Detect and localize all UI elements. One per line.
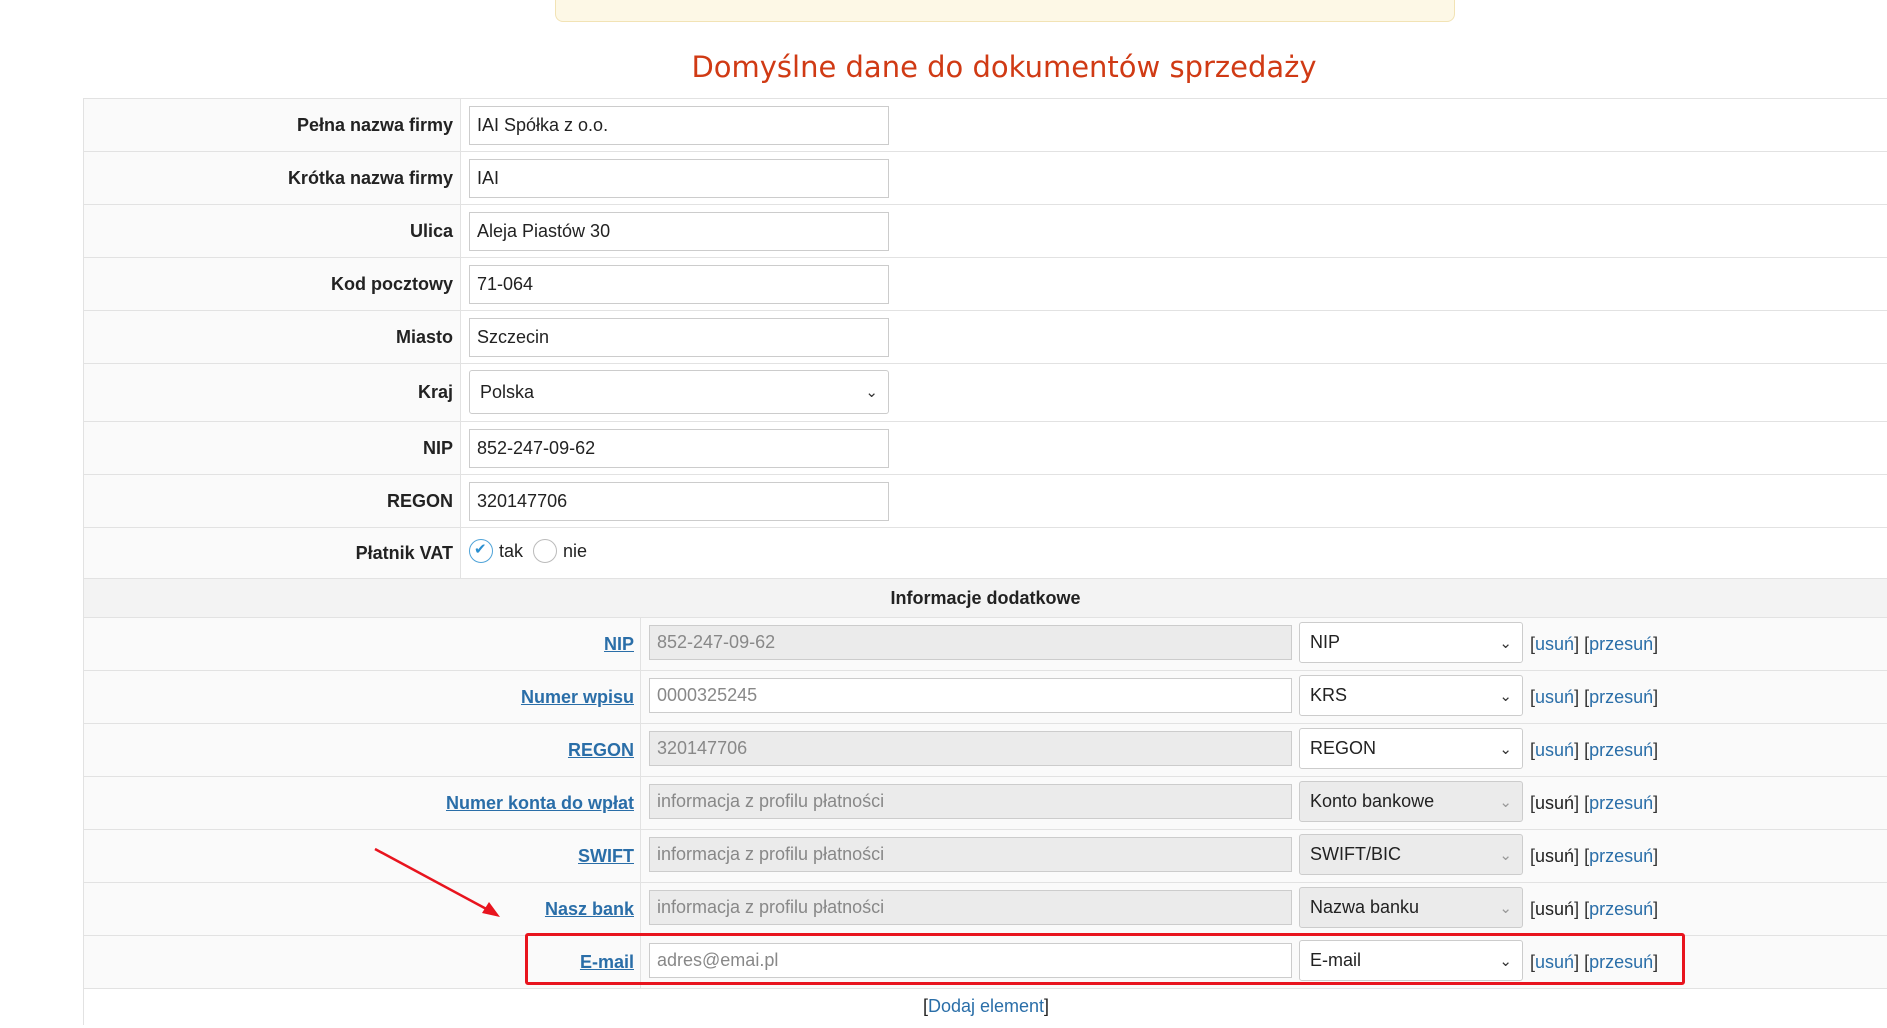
extra-type-select[interactable]: NIP ⌄	[1299, 622, 1523, 663]
extra-label-link[interactable]: Nasz bank	[545, 899, 634, 920]
move-link[interactable]: przesuń	[1589, 740, 1653, 761]
page-title: Domyślne dane do dokumentów sprzedaży	[691, 50, 1317, 84]
highlight-box	[525, 933, 1685, 985]
move-link[interactable]: przesuń	[1589, 846, 1653, 867]
extra-type-value: NIP	[1310, 632, 1341, 652]
extra-label-link[interactable]: SWIFT	[578, 846, 634, 867]
section-header: Informacje dodatkowe	[83, 579, 1887, 618]
extra-row-regon: REGON 320147706 REGON ⌄ [usuń] [przesuń]	[83, 724, 1887, 777]
extra-type-value: KRS	[1310, 685, 1348, 705]
field-label: Ulica	[83, 205, 461, 257]
postal-code-input[interactable]	[469, 265, 889, 304]
field-label: Miasto	[83, 311, 461, 363]
vat-no-label: nie	[563, 540, 588, 561]
extra-actions: [usuń] [przesuń]	[1530, 898, 1659, 920]
extra-row-swift: SWIFT informacja z profilu płatności SWI…	[83, 830, 1887, 883]
field-label: Płatnik VAT	[83, 528, 461, 578]
chevron-down-icon: ⌄	[1499, 899, 1512, 917]
field-label: NIP	[83, 422, 461, 474]
extra-row-bank-account: Numer konta do wpłat informacja z profil…	[83, 777, 1887, 830]
extra-type-value: SWIFT/BIC	[1310, 844, 1401, 864]
chevron-down-icon: ⌄	[1499, 793, 1512, 811]
chevron-down-icon: ⌄	[1499, 846, 1512, 864]
field-row-vat: Płatnik VAT tak nie	[83, 528, 1887, 579]
extra-actions: [usuń] [przesuń]	[1530, 739, 1659, 761]
company-form: Pełna nazwa firmy Krótka nazwa firmy Uli…	[83, 98, 1887, 989]
extra-type-select[interactable]: REGON ⌄	[1299, 728, 1523, 769]
remove-text: usuń	[1535, 792, 1575, 813]
extra-type-value: Nazwa banku	[1310, 897, 1420, 917]
street-input[interactable]	[469, 212, 889, 251]
extra-type-select: Nazwa banku ⌄	[1299, 887, 1523, 928]
extra-type-select: Konto bankowe ⌄	[1299, 781, 1523, 822]
extra-row-bank-name: Nasz bank informacja z profilu płatności…	[83, 883, 1887, 936]
move-link[interactable]: przesuń	[1589, 634, 1653, 655]
field-label: Kod pocztowy	[83, 258, 461, 310]
field-row-country: Kraj Polska ⌄	[83, 364, 1887, 422]
remove-link[interactable]: usuń	[1535, 634, 1574, 655]
extra-label-link[interactable]: Numer konta do wpłat	[446, 793, 634, 814]
chevron-down-icon: ⌄	[1499, 740, 1512, 758]
remove-text: usuń	[1535, 898, 1575, 919]
add-element-link[interactable]: Dodaj element	[928, 996, 1044, 1017]
chevron-down-icon: ⌄	[1499, 634, 1512, 652]
chevron-down-icon: ⌄	[865, 384, 878, 401]
move-link[interactable]: przesuń	[1589, 687, 1653, 708]
extra-label-link[interactable]: REGON	[568, 740, 634, 761]
extra-type-select: SWIFT/BIC ⌄	[1299, 834, 1523, 875]
extra-actions: [usuń] [przesuń]	[1530, 633, 1659, 655]
notice-banner	[555, 0, 1455, 22]
vat-yes-radio[interactable]	[469, 539, 493, 563]
field-label: Krótka nazwa firmy	[83, 152, 461, 204]
extra-type-select[interactable]: KRS ⌄	[1299, 675, 1523, 716]
extra-type-value: REGON	[1310, 738, 1377, 758]
extra-label-link[interactable]: NIP	[604, 634, 634, 655]
field-row-full-name: Pełna nazwa firmy	[83, 99, 1887, 152]
remove-text: usuń	[1535, 845, 1575, 866]
extra-row-krs: Numer wpisu 0000325245 KRS ⌄ [usuń] [prze…	[83, 671, 1887, 724]
full-name-input[interactable]	[469, 106, 889, 145]
extra-value-field: informacja z profilu płatności	[649, 784, 1292, 819]
field-row-regon: REGON	[83, 475, 1887, 528]
extra-value-field: 320147706	[649, 731, 1292, 766]
extra-value-field: informacja z profilu płatności	[649, 837, 1292, 872]
move-link[interactable]: przesuń	[1589, 899, 1653, 920]
extra-actions: [usuń] [przesuń]	[1530, 792, 1659, 814]
remove-link[interactable]: usuń	[1535, 740, 1574, 761]
extra-label-link[interactable]: Numer wpisu	[521, 687, 634, 708]
add-element-row: [Dodaj element]	[83, 987, 1887, 1025]
country-select[interactable]: Polska ⌄	[469, 370, 889, 414]
extra-value-field[interactable]: 0000325245	[649, 678, 1292, 713]
field-label: Kraj	[83, 364, 461, 421]
field-row-short-name: Krótka nazwa firmy	[83, 152, 1887, 205]
short-name-input[interactable]	[469, 159, 889, 198]
field-label: REGON	[83, 475, 461, 527]
extra-actions: [usuń] [przesuń]	[1530, 845, 1659, 867]
field-row-street: Ulica	[83, 205, 1887, 258]
extra-type-value: Konto bankowe	[1310, 791, 1435, 811]
nip-input[interactable]	[469, 429, 889, 468]
chevron-down-icon: ⌄	[1499, 687, 1512, 705]
field-row-city: Miasto	[83, 311, 1887, 364]
field-row-nip: NIP	[83, 422, 1887, 475]
extra-row-nip: NIP 852-247-09-62 NIP ⌄ [usuń] [przesuń]	[83, 618, 1887, 671]
extra-value-field: 852-247-09-62	[649, 625, 1292, 660]
field-label: Pełna nazwa firmy	[83, 99, 461, 151]
city-input[interactable]	[469, 318, 889, 357]
vat-no-radio[interactable]	[533, 539, 558, 563]
extra-actions: [usuń] [przesuń]	[1530, 686, 1659, 708]
field-row-postal-code: Kod pocztowy	[83, 258, 1887, 311]
remove-link[interactable]: usuń	[1535, 687, 1574, 708]
move-link[interactable]: przesuń	[1589, 793, 1653, 814]
country-value: Polska	[480, 381, 535, 402]
regon-input[interactable]	[469, 482, 889, 521]
vat-radio-group: tak nie	[469, 539, 587, 563]
vat-yes-label: tak	[499, 540, 524, 561]
extra-value-field: informacja z profilu płatności	[649, 890, 1292, 925]
